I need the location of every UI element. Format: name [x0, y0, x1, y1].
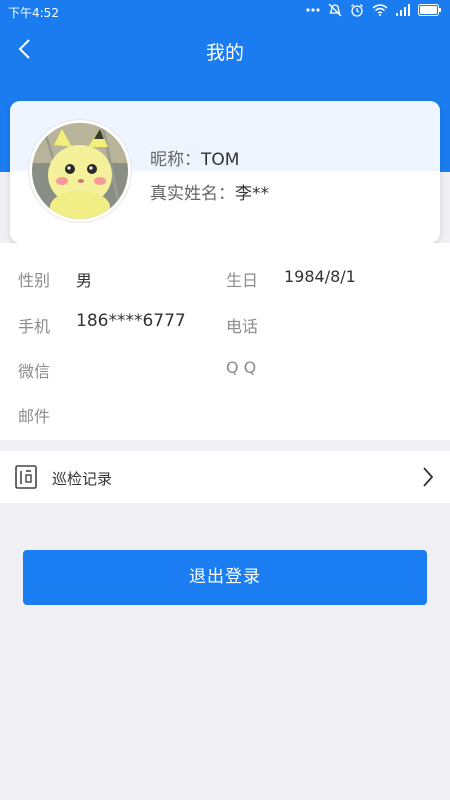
chevron-right-icon — [422, 466, 434, 492]
avatar-image — [32, 123, 128, 219]
status-icons — [306, 3, 442, 17]
wechat-label: 微信 — [18, 362, 51, 381]
nickname-label: 昵称： — [150, 150, 201, 170]
nickname-value: TOM — [201, 150, 240, 170]
realname-value: 李** — [235, 184, 269, 204]
gender-value: 男 — [76, 271, 93, 290]
info-section: 性别 男 生日 1984/8/1 手机 186****6777 电话 微信 Q … — [0, 243, 450, 440]
inspection-record-label: 巡检记录 — [52, 470, 113, 488]
mute-icon — [328, 3, 342, 17]
email-label: 邮件 — [18, 407, 51, 426]
document-icon — [15, 465, 37, 493]
nickname-row: 昵称：TOM — [150, 145, 239, 170]
birthday-label: 生日 — [226, 271, 259, 290]
realname-label: 真实姓名： — [150, 184, 235, 204]
phone-label: 电话 — [226, 317, 259, 336]
gender-label: 性别 — [18, 271, 51, 290]
realname-row: 真实姓名：李** — [150, 179, 269, 204]
status-time: 下午4:52 — [8, 6, 59, 20]
inspection-record-item[interactable]: 巡检记录 — [0, 451, 450, 503]
page-title: 我的 — [205, 42, 244, 64]
birthday-value: 1984/8/1 — [284, 267, 356, 286]
qq-label: Q Q — [226, 358, 257, 377]
profile-card: 昵称：TOM 真实姓名：李** — [10, 101, 440, 243]
more-dots-icon — [306, 7, 320, 13]
mobile-value: 186****6777 — [76, 311, 186, 331]
mobile-label: 手机 — [18, 317, 51, 336]
battery-icon — [418, 4, 442, 16]
alarm-icon — [350, 3, 364, 17]
status-bar: 下午4:52 — [0, 0, 450, 24]
wifi-icon — [372, 4, 388, 16]
signal-icon — [396, 4, 410, 16]
logout-button[interactable]: 退出登录 — [23, 550, 427, 605]
nav-bar: 我的 — [0, 24, 450, 78]
avatar[interactable] — [29, 120, 131, 222]
